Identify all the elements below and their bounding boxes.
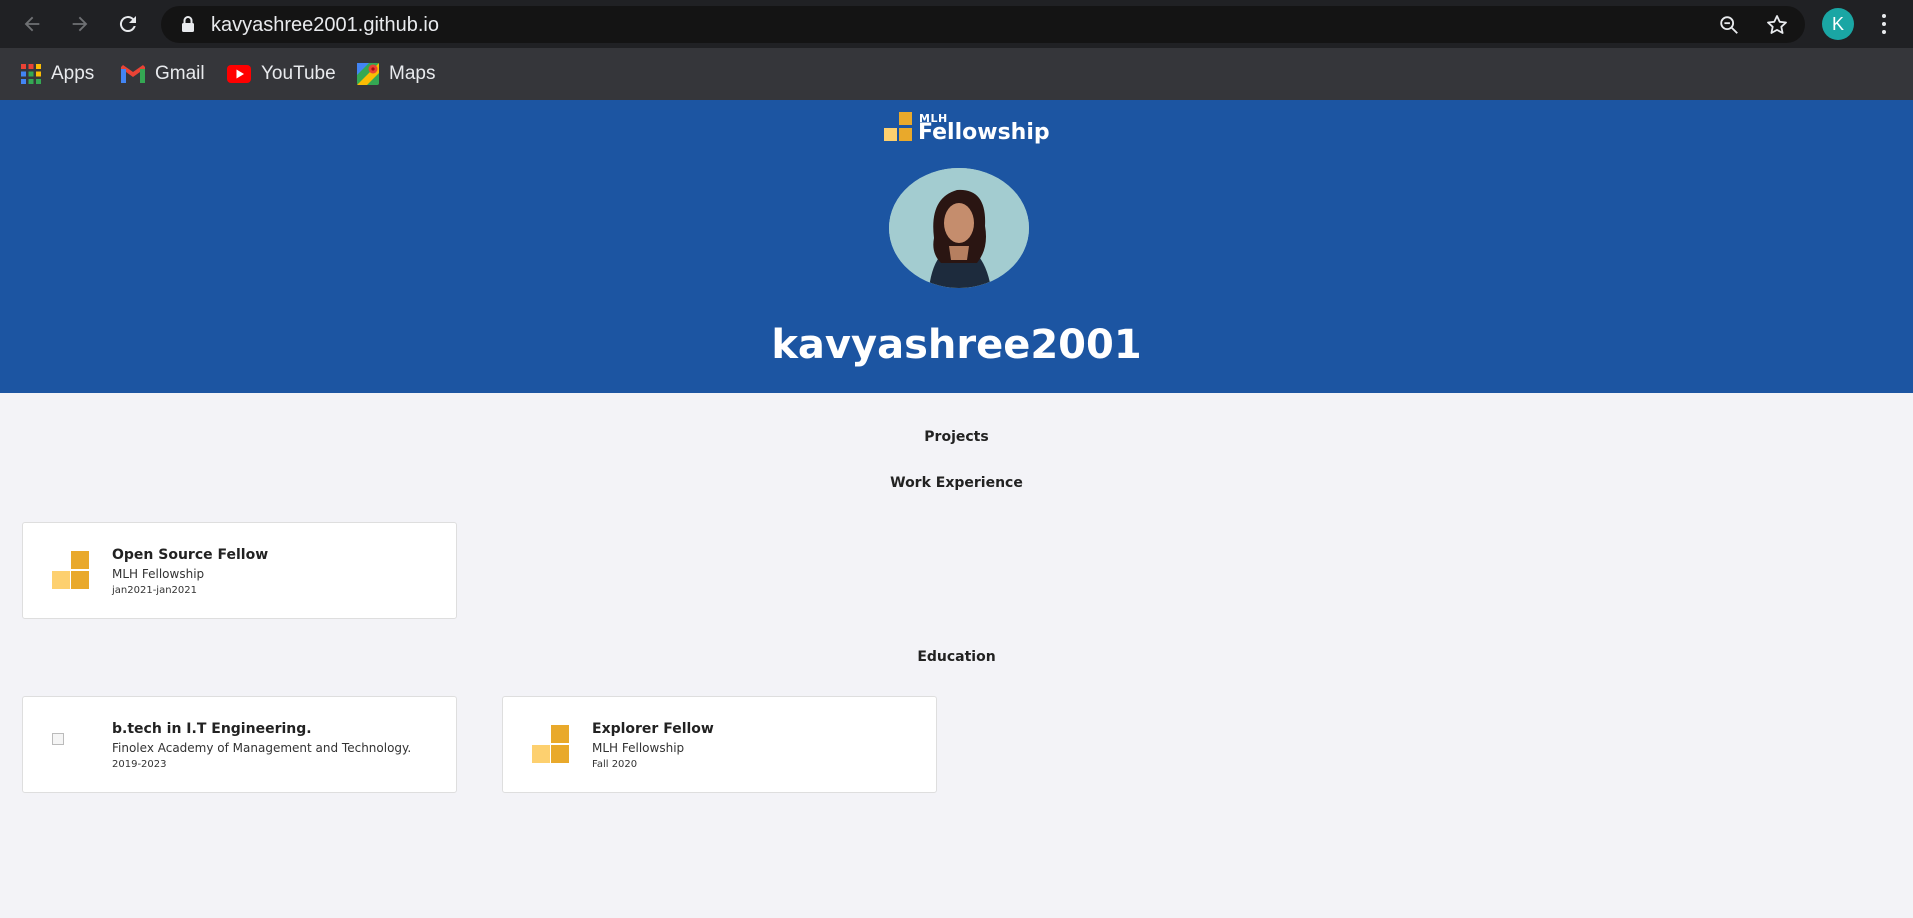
forward-arrow-icon (72, 16, 88, 32)
zoom-icon (1720, 16, 1738, 34)
mlh-logo-icon (884, 112, 912, 141)
star-icon (1767, 15, 1787, 34)
education-heading: Education (917, 649, 996, 665)
address-bar[interactable]: kavyashree2001.github.io (161, 6, 1805, 43)
browser-toolbar: kavyashree2001.github.io K (0, 0, 1913, 48)
bookmark-youtube[interactable]: YouTube (227, 60, 336, 88)
broken-image-icon (52, 733, 64, 745)
reload-button[interactable] (113, 9, 143, 39)
card-organization: Finolex Academy of Management and Techno… (112, 741, 412, 755)
maps-icon (357, 63, 379, 85)
projects-heading: Projects (924, 429, 989, 445)
card-title: Explorer Fellow (592, 721, 714, 737)
work-card: Open Source Fellow MLH Fellowship jan202… (22, 522, 457, 619)
youtube-icon (227, 65, 251, 83)
work-experience-heading: Work Experience (890, 475, 1023, 491)
card-organization: MLH Fellowship (112, 567, 205, 581)
fellowship-logo-label: Fellowship (918, 120, 1050, 145)
bookmark-label: Maps (389, 63, 436, 84)
back-button[interactable] (17, 9, 47, 39)
reload-icon (119, 16, 136, 33)
bookmark-apps[interactable]: Apps (21, 60, 94, 88)
education-card: b.tech in I.T Engineering. Finolex Acade… (22, 696, 457, 793)
page-title: kavyashree2001 (771, 322, 1142, 368)
mlh-logo-icon (52, 551, 89, 589)
bookmark-label: Gmail (155, 63, 205, 84)
education-card: Explorer Fellow MLH Fellowship Fall 2020 (502, 696, 937, 793)
back-arrow-icon (24, 16, 40, 32)
card-organization: MLH Fellowship (592, 741, 685, 755)
lock-icon (182, 16, 194, 32)
profile-avatar[interactable]: K (1822, 8, 1854, 40)
card-date: Fall 2020 (592, 759, 638, 770)
profile-photo (889, 168, 1029, 288)
zoom-button[interactable] (1716, 12, 1742, 38)
bookmark-gmail[interactable]: Gmail (121, 60, 205, 88)
forward-button[interactable] (65, 9, 95, 39)
bookmarks-bar: Apps Gmail YouTube Maps (0, 48, 1913, 100)
bookmark-label: YouTube (261, 63, 336, 84)
gmail-icon (121, 65, 145, 83)
card-title: b.tech in I.T Engineering. (112, 721, 312, 737)
bookmark-maps[interactable]: Maps (357, 60, 435, 88)
bookmark-label: Apps (51, 63, 95, 84)
apps-grid-icon (21, 64, 41, 84)
profile-photo-illustration (889, 168, 1029, 288)
card-title: Open Source Fellow (112, 547, 269, 563)
bookmark-star-button[interactable] (1764, 12, 1790, 38)
url-text: kavyashree2001.github.io (211, 14, 439, 36)
card-date: 2019-2023 (112, 759, 167, 770)
mlh-logo-icon (532, 725, 569, 763)
browser-menu-icon[interactable] (1874, 10, 1894, 38)
card-date: jan2021-jan2021 (112, 585, 197, 596)
